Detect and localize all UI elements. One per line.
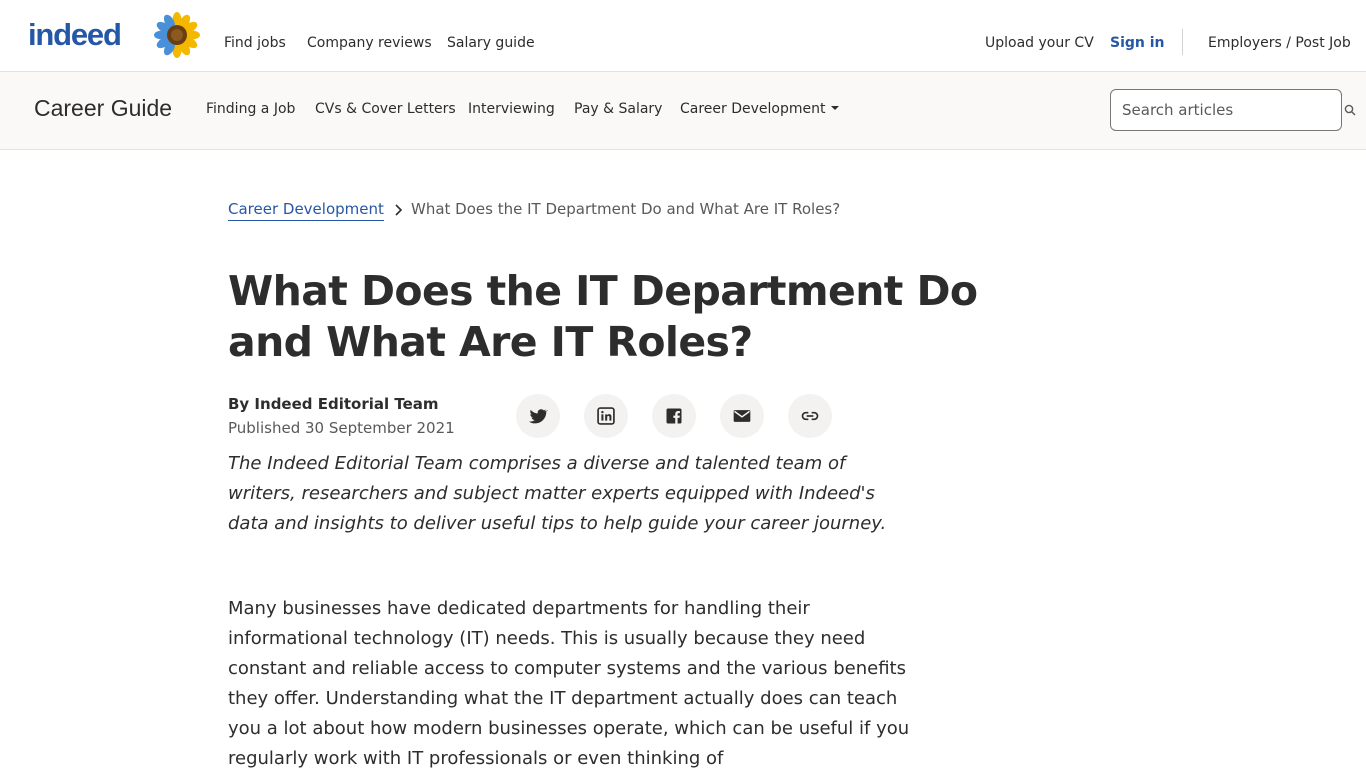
logo-text: indeed [28, 17, 122, 52]
header-divider [1182, 29, 1183, 55]
chevron-right-icon [395, 204, 403, 216]
twitter-icon [528, 409, 548, 424]
subnav-finding-a-job[interactable]: Finding a Job [206, 100, 295, 118]
facebook-icon [666, 408, 682, 424]
share-facebook-button[interactable] [652, 394, 696, 438]
subnav-cvs-cover-letters[interactable]: CVs & Cover Letters [315, 100, 456, 118]
copy-link-button[interactable] [788, 394, 832, 438]
share-twitter-button[interactable] [516, 394, 560, 438]
linkedin-icon [597, 407, 615, 425]
article-title: What Does the IT Department Do and What … [228, 267, 978, 366]
published-date: Published 30 September 2021 [228, 419, 455, 437]
article-intro-paragraph: Many businesses have dedicated departmen… [228, 598, 910, 769]
breadcrumb-parent-link[interactable]: Career Development [228, 200, 384, 221]
search-input[interactable] [1110, 89, 1342, 131]
indeed-logo[interactable]: indeed [28, 17, 138, 57]
subnav-pay-salary[interactable]: Pay & Salary [574, 100, 662, 118]
career-guide-title[interactable]: Career Guide [34, 93, 172, 123]
sunflower-icon [154, 12, 200, 58]
share-email-button[interactable] [720, 394, 764, 438]
upload-cv-link[interactable]: Upload your CV [985, 34, 1094, 52]
career-guide-bar: Career Guide Finding a Job CVs & Cover L… [0, 72, 1366, 150]
email-icon [733, 410, 751, 422]
sign-in-link[interactable]: Sign in [1110, 34, 1165, 52]
link-icon [801, 411, 819, 421]
subnav-career-development-label: Career Development [680, 101, 826, 117]
subnav-interviewing[interactable]: Interviewing [468, 100, 555, 118]
top-header: indeed Find jobs Company reviews Salary … [0, 0, 1366, 72]
caret-down-icon [831, 106, 840, 110]
subnav-career-development[interactable]: Career Development [680, 100, 840, 118]
share-linkedin-button[interactable] [584, 394, 628, 438]
nav-salary-guide[interactable]: Salary guide [447, 34, 535, 52]
search-icon[interactable] [1344, 104, 1356, 116]
employers-post-job-link[interactable]: Employers / Post Job [1208, 34, 1351, 52]
nav-find-jobs[interactable]: Find jobs [224, 34, 286, 52]
editorial-note: The Indeed Editorial Team comprises a di… [228, 453, 887, 534]
breadcrumb-current: What Does the IT Department Do and What … [411, 200, 841, 218]
nav-company-reviews[interactable]: Company reviews [307, 34, 432, 52]
author-byline: By Indeed Editorial Team [228, 395, 439, 413]
